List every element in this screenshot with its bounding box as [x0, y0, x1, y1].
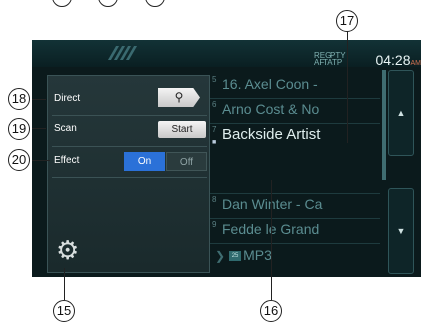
partial-callout [98, 0, 118, 7]
callout-18: 18 [8, 88, 30, 110]
direct-label: Direct [54, 93, 81, 104]
divider [52, 115, 207, 116]
tp-indicator: TP [332, 58, 343, 67]
leader-line [32, 128, 46, 129]
list-item[interactable]: 8 Dan Winter - Ca [210, 193, 380, 219]
list-item[interactable]: 5 16. Axel Coon - [210, 73, 380, 99]
track-number: 6 [212, 100, 217, 109]
source-badge: 25 [229, 251, 242, 262]
direct-search-button[interactable]: ⚲ [158, 88, 200, 107]
list-item-selected[interactable]: 7 ■ Backside Artist [210, 123, 380, 194]
triangle-up-icon: ▲ [396, 108, 406, 118]
options-popup: Direct ⚲ Scan Start Effect On Off ⚙ [47, 75, 210, 273]
leader-line [32, 99, 46, 100]
figure: { "callouts": {"c15": "15", "c16": "16",… [0, 0, 421, 324]
search-icon: ⚲ [174, 90, 184, 104]
callout-19: 19 [8, 118, 30, 140]
scroll-controls: ▲ ▼ [382, 70, 414, 274]
status-bar: REG PTY AF TA TP 04:28AM [32, 40, 421, 68]
head-unit-screen: REG PTY AF TA TP 04:28AM 5 16. Axel Coon… [32, 40, 421, 277]
chevron-right-icon: ❯ [215, 249, 226, 263]
callout-17: 17 [336, 10, 358, 32]
playing-icon: ■ [212, 139, 217, 146]
effect-off-toggle[interactable]: Off [166, 152, 207, 171]
scan-start-button[interactable]: Start [158, 121, 206, 138]
track-number: 7 [212, 125, 217, 134]
track-number: 5 [212, 75, 217, 84]
track-number: 8 [212, 195, 217, 204]
leader-line [271, 180, 272, 300]
track-title: 16. Axel Coon - [222, 76, 318, 92]
leader-line [64, 268, 65, 300]
clock-ampm: AM [410, 60, 421, 67]
source-label: MP3 [243, 247, 272, 263]
scan-label: Scan [54, 123, 77, 134]
leader-line [347, 31, 348, 143]
partial-callout [52, 0, 72, 7]
effect-on-toggle[interactable]: On [124, 152, 165, 171]
track-number: 9 [212, 220, 217, 229]
track-title: Arno Cost & No [222, 101, 320, 117]
clock-time: 04:28 [375, 52, 411, 68]
callout-20: 20 [8, 149, 30, 171]
divider [52, 177, 207, 178]
scroll-down-button[interactable]: ▼ [388, 188, 414, 274]
divider [52, 146, 207, 147]
scroll-up-button[interactable]: ▲ [388, 70, 414, 156]
list-item[interactable]: 9 Fedde le Grand [210, 218, 380, 244]
partial-callout [145, 0, 165, 7]
track-title: Backside Artist [222, 126, 321, 143]
list-item[interactable]: 6 Arno Cost & No [210, 98, 380, 124]
track-list: 5 16. Axel Coon - 6 Arno Cost & No 7 ■ B… [210, 73, 380, 275]
source-indicator: ❯ 25 MP3 [215, 247, 272, 267]
callout-15: 15 [53, 300, 75, 322]
gear-icon: ⚙ [56, 235, 80, 265]
track-title: Dan Winter - Ca [222, 196, 323, 212]
leader-line [32, 160, 50, 161]
effect-label: Effect [54, 155, 80, 166]
triangle-down-icon: ▼ [396, 226, 406, 236]
callout-16: 16 [260, 300, 282, 322]
settings-button[interactable]: ⚙ [56, 234, 88, 266]
scrollbar[interactable] [382, 70, 386, 180]
clock: 04:28AM [375, 52, 421, 68]
